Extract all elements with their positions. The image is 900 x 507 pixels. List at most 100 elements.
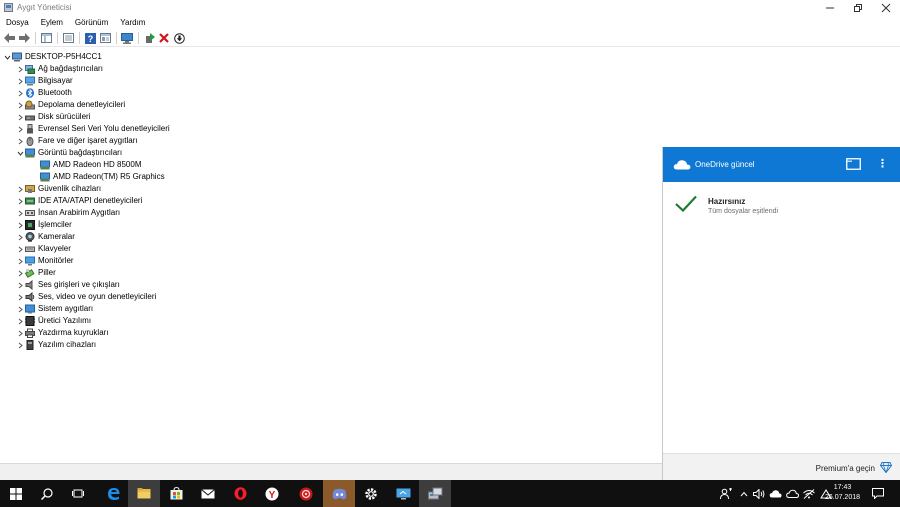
tree-category[interactable]: Ses, video ve oyun denetleyicileri <box>16 291 156 303</box>
monitor-icon <box>25 256 35 266</box>
tree-category[interactable]: İnsan Arabirim Aygıtları <box>16 207 120 219</box>
tree-category[interactable]: Bilgisayar <box>16 75 73 87</box>
opera-button[interactable] <box>224 480 256 507</box>
vivaldi-button[interactable] <box>290 480 322 507</box>
expand-chevron-icon[interactable] <box>16 219 25 231</box>
expand-chevron-icon[interactable] <box>16 87 25 99</box>
store-button[interactable] <box>160 480 192 507</box>
forward-button[interactable] <box>18 32 30 44</box>
tree-category[interactable]: Disk sürücüleri <box>16 111 90 123</box>
expand-chevron-icon[interactable] <box>16 63 25 75</box>
discord-button[interactable] <box>323 480 355 507</box>
update-driver-button[interactable] <box>143 32 155 44</box>
back-button[interactable] <box>3 32 15 44</box>
chevron-up-icon[interactable] <box>740 491 748 497</box>
tree-category[interactable]: IDE ATA/ATAPI denetleyicileri <box>16 195 142 207</box>
edge-button[interactable] <box>97 480 129 507</box>
cloud-sync-icon[interactable] <box>786 489 799 498</box>
expand-chevron-icon[interactable] <box>16 111 25 123</box>
scan-hardware-button[interactable] <box>121 32 133 44</box>
tree-category[interactable]: İşlemciler <box>16 219 72 231</box>
volume-icon[interactable] <box>753 488 765 499</box>
clock[interactable]: 17:43 26.07.2018 <box>820 483 865 503</box>
menu-view[interactable]: Görünüm <box>75 18 108 27</box>
people-icon[interactable] <box>720 487 732 500</box>
file-explorer-button[interactable] <box>128 480 160 507</box>
restore-button[interactable] <box>844 0 872 15</box>
expand-chevron-icon[interactable] <box>16 243 25 255</box>
expand-chevron-icon[interactable] <box>16 195 25 207</box>
tree-category[interactable]: Yazılım cihazları <box>16 339 96 351</box>
tree-category[interactable]: Kameralar <box>16 231 75 243</box>
expand-chevron-icon[interactable] <box>16 279 25 291</box>
device-manager-taskbar-button[interactable] <box>419 480 451 507</box>
expand-chevron-icon[interactable] <box>16 99 25 111</box>
onedrive-tray-icon[interactable] <box>769 489 782 498</box>
yandex-button[interactable]: Y <box>256 480 288 507</box>
settings-button[interactable] <box>355 480 387 507</box>
system-device-icon <box>25 304 35 314</box>
start-button[interactable] <box>0 480 32 507</box>
menu-file[interactable]: Dosya <box>6 18 29 27</box>
task-view-button[interactable] <box>62 480 94 507</box>
diamond-icon[interactable] <box>880 462 892 473</box>
expand-chevron-icon[interactable] <box>16 315 25 327</box>
expand-chevron-icon[interactable] <box>16 231 25 243</box>
more-options-icon[interactable]: ⋮ <box>877 157 888 171</box>
expand-chevron-icon[interactable] <box>16 183 25 195</box>
uninstall-device-button[interactable] <box>158 32 170 44</box>
tree-category[interactable]: Yazdırma kuyrukları <box>16 327 109 339</box>
tree-category[interactable]: Üretici Yazılımı <box>16 315 91 327</box>
expand-chevron-icon[interactable] <box>16 75 25 87</box>
menu-help[interactable]: Yardım <box>120 18 145 27</box>
expand-chevron-icon[interactable] <box>16 135 25 147</box>
help-button[interactable]: ? <box>84 32 96 44</box>
tree-category[interactable]: Klavyeler <box>16 243 71 255</box>
tree-root[interactable]: DESKTOP-P5H4CC1 <box>3 51 102 63</box>
expand-chevron-icon[interactable] <box>16 123 25 135</box>
search-button[interactable] <box>31 480 63 507</box>
tree-category[interactable]: Evrensel Seri Veri Yolu denetleyicileri <box>16 123 170 135</box>
collapse-chevron-icon[interactable] <box>16 147 25 159</box>
network-icon[interactable] <box>803 488 815 499</box>
title-bar[interactable]: Aygıt Yöneticisi <box>0 0 900 15</box>
tree-category[interactable]: Ağ bağdaştırıcıları <box>16 63 103 75</box>
software-device-icon <box>25 340 35 350</box>
go-premium-link[interactable]: Premium'a geçin <box>816 464 875 473</box>
tree-category[interactable]: Ses girişleri ve çıkışları <box>16 279 120 291</box>
tree-category-expanded[interactable]: Görüntü bağdaştırıcıları <box>16 147 122 159</box>
open-folder-icon[interactable] <box>846 158 861 170</box>
synced-check-icon <box>675 195 697 212</box>
close-button[interactable] <box>872 0 900 15</box>
expand-chevron-icon[interactable] <box>16 255 25 267</box>
toolbar: ? <box>0 30 900 47</box>
list-view-button[interactable] <box>62 32 74 44</box>
minimize-button[interactable] <box>816 0 844 15</box>
expand-chevron-icon[interactable] <box>16 291 25 303</box>
toolbar-separator <box>79 32 80 44</box>
expand-chevron-icon[interactable] <box>16 327 25 339</box>
tree-category[interactable]: Piller <box>16 267 56 279</box>
properties-panel-button[interactable] <box>40 32 52 44</box>
sync-substatus: Tüm dosyalar eşitlendi <box>708 208 779 215</box>
tree-category[interactable]: Fare ve diğer işaret aygıtları <box>16 135 138 147</box>
expand-chevron-icon[interactable] <box>16 303 25 315</box>
tree-category[interactable]: Depolama denetleyicileri <box>16 99 125 111</box>
tree-category[interactable]: Güvenlik cihazları <box>16 183 101 195</box>
mail-button[interactable] <box>192 480 224 507</box>
remote-desktop-button[interactable] <box>387 480 419 507</box>
tree-category[interactable]: Bluetooth <box>16 87 72 99</box>
device-item[interactable]: AMD Radeon HD 8500M <box>40 159 141 171</box>
tree-category[interactable]: Sistem aygıtları <box>16 303 93 315</box>
collapse-chevron-icon[interactable] <box>3 51 12 63</box>
device-item[interactable]: AMD Radeon(TM) R5 Graphics <box>40 171 165 183</box>
expand-chevron-icon[interactable] <box>16 207 25 219</box>
action-center-button[interactable] <box>865 480 891 507</box>
menu-action[interactable]: Eylem <box>41 18 63 27</box>
enable-device-button[interactable] <box>173 32 185 44</box>
tree-category[interactable]: Monitörler <box>16 255 74 267</box>
expand-chevron-icon[interactable] <box>16 339 25 351</box>
expand-chevron-icon[interactable] <box>16 267 25 279</box>
details-view-button[interactable] <box>99 32 111 44</box>
opera-icon <box>234 487 246 500</box>
